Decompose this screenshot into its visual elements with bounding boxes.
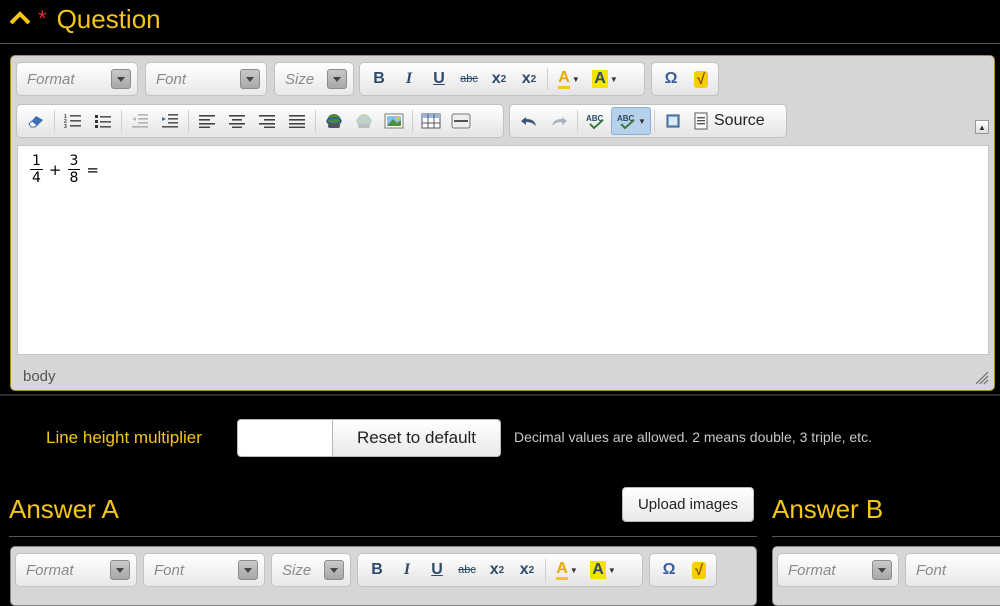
line-height-input[interactable] <box>237 419 334 457</box>
spellcheck-as-you-type-icon[interactable]: ABC ▼ <box>611 107 651 135</box>
bold-icon[interactable]: B <box>364 65 394 93</box>
header-divider <box>0 43 1000 44</box>
insert-toolbar: Ω √ <box>651 62 719 96</box>
decrease-indent-icon[interactable] <box>125 107 155 135</box>
answer-a-title: Answer A <box>9 494 119 524</box>
edit-toolbar: ABC ABC ▼ Source <box>509 104 787 138</box>
image-icon[interactable] <box>379 107 409 135</box>
underline-icon[interactable]: U <box>424 65 454 93</box>
required-marker: * <box>38 6 47 31</box>
text-color-icon[interactable]: A ▼ <box>549 556 585 584</box>
bold-icon[interactable]: B <box>362 556 392 584</box>
question-editor-content[interactable]: 1 4 + 3 8 = <box>17 145 989 355</box>
line-height-hint: Decimal values are allowed. 2 means doub… <box>514 429 872 445</box>
math-expression: 1 4 + 3 8 = <box>30 153 99 186</box>
question-editor: Format Font Size B I U abc x2 x2 A ▼ A ▼ Ω… <box>10 55 995 391</box>
text-style-toolbar: B I U abc x2 x2 A ▼ A ▼ <box>359 62 645 96</box>
toolbar-separator <box>547 68 548 90</box>
svg-text:3: 3 <box>64 124 67 129</box>
fraction-three-eighths: 3 8 <box>67 153 81 186</box>
answer-b-divider <box>772 536 1000 537</box>
table-icon[interactable] <box>416 107 446 135</box>
font-combo[interactable]: Font <box>145 62 267 96</box>
answer-a-editor: Format Font Size B I U abc x2 x2 A ▼ A ▼ Ω… <box>10 546 757 606</box>
resize-handle-icon[interactable] <box>973 369 989 390</box>
format-toolbar: 123 <box>16 104 504 138</box>
remove-format-icon[interactable] <box>21 107 51 135</box>
spellcheck-icon[interactable]: ABC <box>581 107 611 135</box>
maximize-icon[interactable] <box>658 107 688 135</box>
strikethrough-icon[interactable]: abc <box>452 556 482 584</box>
underline-icon[interactable]: U <box>422 556 452 584</box>
special-character-icon[interactable]: Ω <box>654 556 684 584</box>
background-color-icon[interactable]: A ▼ <box>585 556 621 584</box>
align-left-icon[interactable] <box>192 107 222 135</box>
editor-divider <box>0 394 1000 396</box>
increase-indent-icon[interactable] <box>155 107 185 135</box>
source-button[interactable]: Source <box>688 107 771 135</box>
reset-to-default-button[interactable]: Reset to default <box>332 419 501 457</box>
answer-a-divider <box>9 536 757 537</box>
subscript-icon[interactable]: x2 <box>482 556 512 584</box>
subscript-icon[interactable]: x2 <box>484 65 514 93</box>
answer-b-title: Answer B <box>772 494 884 524</box>
line-height-label: Line height multiplier <box>46 428 202 447</box>
format-combo[interactable]: Format <box>16 62 138 96</box>
strikethrough-icon[interactable]: abc <box>454 65 484 93</box>
chevron-up-icon[interactable] <box>8 6 32 32</box>
horizontal-line-icon[interactable] <box>446 107 476 135</box>
align-center-icon[interactable] <box>222 107 252 135</box>
bulleted-list-icon[interactable] <box>88 107 118 135</box>
justify-icon[interactable] <box>282 107 312 135</box>
chevron-down-icon <box>111 69 131 89</box>
undo-icon[interactable] <box>514 107 544 135</box>
background-color-icon[interactable]: A ▼ <box>587 65 623 93</box>
element-path[interactable]: body <box>23 368 56 385</box>
text-color-icon[interactable]: A ▼ <box>551 65 587 93</box>
align-right-icon[interactable] <box>252 107 282 135</box>
question-title: Question <box>56 3 161 34</box>
italic-icon[interactable]: I <box>392 556 422 584</box>
unlink-icon[interactable] <box>349 107 379 135</box>
math-formula-icon[interactable]: √ <box>686 65 716 93</box>
special-character-icon[interactable]: Ω <box>656 65 686 93</box>
fraction-one-quarter: 1 4 <box>30 153 43 186</box>
chevron-down-icon <box>327 69 347 89</box>
math-formula-icon[interactable]: √ <box>684 556 714 584</box>
upload-images-button[interactable]: Upload images <box>622 487 754 522</box>
answer-b-editor: Format Font <box>772 546 1000 606</box>
collapse-toolbar-icon[interactable]: ▲ <box>975 120 989 134</box>
link-icon[interactable] <box>319 107 349 135</box>
chevron-down-icon <box>240 69 260 89</box>
numbered-list-icon[interactable]: 123 <box>58 107 88 135</box>
size-combo[interactable]: Size <box>274 62 354 96</box>
superscript-icon[interactable]: x2 <box>512 556 542 584</box>
superscript-icon[interactable]: x2 <box>514 65 544 93</box>
italic-icon[interactable]: I <box>394 65 424 93</box>
question-header: * Question <box>8 2 161 36</box>
redo-icon[interactable] <box>544 107 574 135</box>
